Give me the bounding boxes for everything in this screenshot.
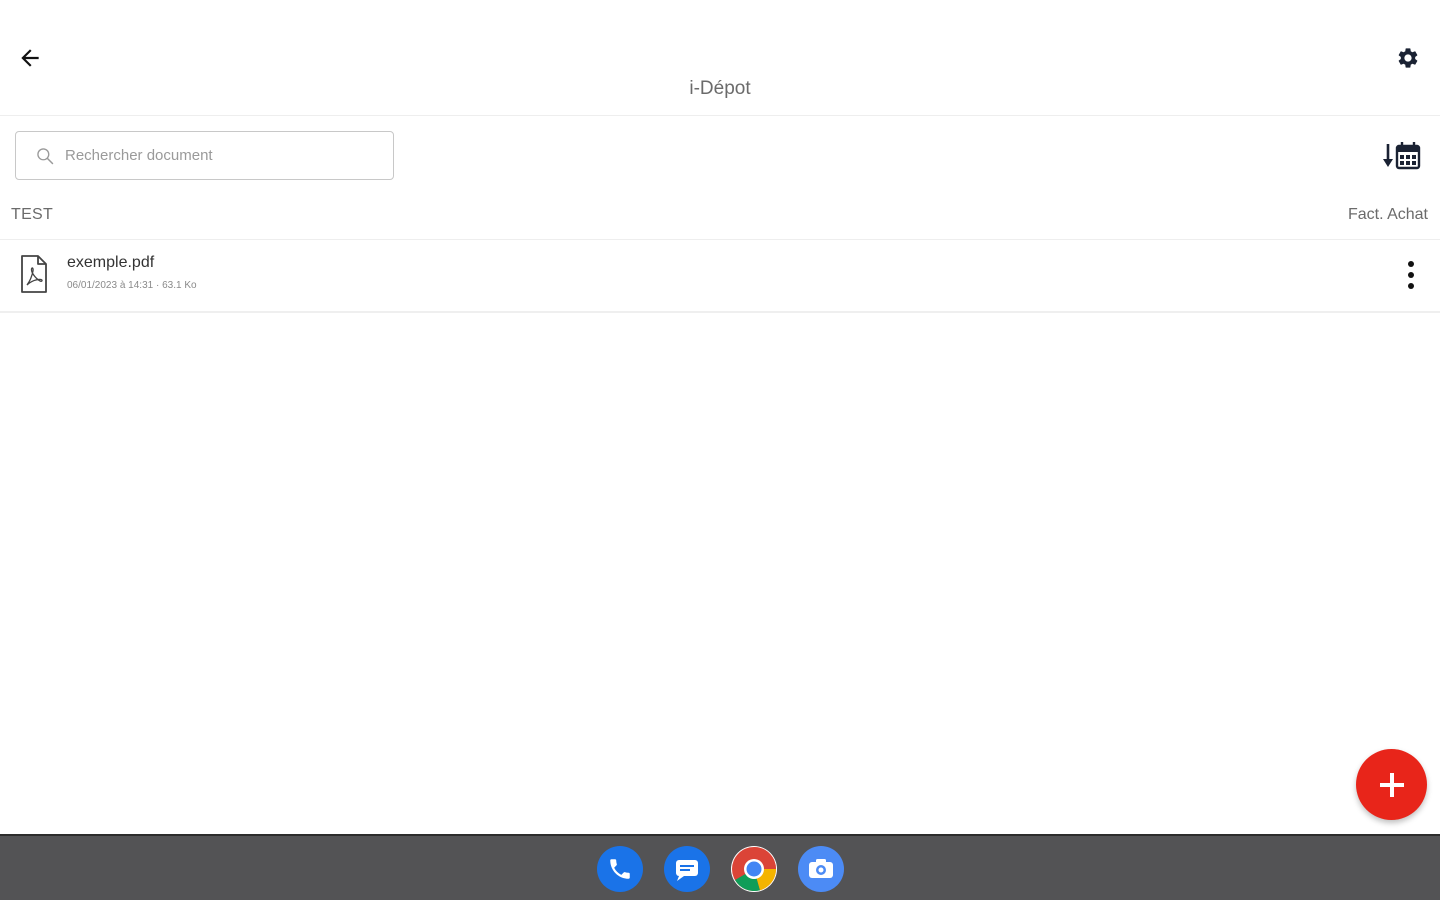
messages-app[interactable] bbox=[664, 846, 710, 892]
search-icon bbox=[34, 145, 56, 167]
more-options-button[interactable] bbox=[1396, 256, 1426, 294]
arrow-left-icon bbox=[21, 49, 39, 67]
camera-icon bbox=[809, 859, 833, 878]
chrome-app[interactable] bbox=[731, 846, 777, 892]
document-meta: 06/01/2023 à 14:31 · 63.1 Ko bbox=[67, 280, 197, 291]
section-label: TEST bbox=[11, 206, 54, 223]
sort-by-date-icon bbox=[1383, 142, 1421, 170]
document-name: exemple.pdf bbox=[67, 254, 155, 271]
sort-by-date-button[interactable] bbox=[1380, 136, 1424, 176]
app-window: i-Dépot Rechercher document TEST Fact. A… bbox=[0, 0, 1440, 900]
plus-icon bbox=[1379, 772, 1404, 797]
document-row[interactable]: exemple.pdf 06/01/2023 à 14:31 · 63.1 Ko bbox=[0, 240, 1440, 313]
document-list: exemple.pdf 06/01/2023 à 14:31 · 63.1 Ko bbox=[0, 239, 1440, 313]
category-label: Fact. Achat bbox=[1347, 206, 1428, 223]
phone-icon bbox=[610, 859, 630, 879]
pdf-file-icon bbox=[21, 255, 47, 293]
back-button[interactable] bbox=[12, 40, 48, 76]
more-vertical-icon bbox=[1408, 261, 1414, 289]
phone-app[interactable] bbox=[597, 846, 643, 892]
search-input[interactable] bbox=[65, 147, 365, 164]
gear-icon bbox=[1398, 48, 1418, 68]
chrome-icon bbox=[732, 847, 776, 892]
search-box[interactable] bbox=[15, 131, 394, 180]
settings-button[interactable] bbox=[1390, 40, 1426, 76]
page-title: i-Dépot bbox=[689, 78, 751, 99]
messages-icon bbox=[676, 860, 698, 881]
add-document-button[interactable] bbox=[1356, 749, 1427, 820]
camera-app[interactable] bbox=[798, 846, 844, 892]
app-header: i-Dépot bbox=[0, 0, 1440, 116]
taskbar bbox=[0, 834, 1440, 900]
